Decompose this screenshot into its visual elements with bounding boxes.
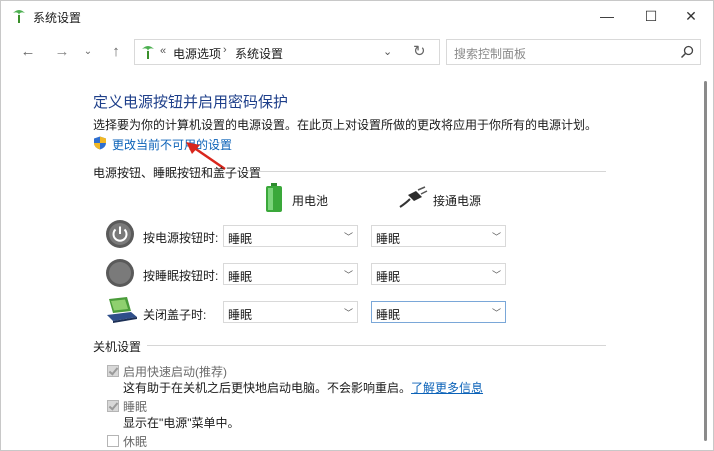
power-buttons-group-title: 电源按钮、睡眠按钮和盖子设置 xyxy=(93,166,262,180)
select-value: 睡眠 xyxy=(376,232,401,246)
minimize-button[interactable]: — xyxy=(585,1,629,31)
close-lid-label: 关闭盖子时: xyxy=(143,308,207,322)
sleep-button-battery-select[interactable]: 睡眠 ﹀ xyxy=(223,263,358,285)
breadcrumb-overflow-icon[interactable]: « xyxy=(160,45,166,57)
plug-icon xyxy=(399,186,428,208)
group-divider xyxy=(147,345,606,346)
fast-startup-description: 这有助于在关机之后更快地启动电脑。不会影响重启。了解更多信息 xyxy=(123,379,483,396)
uac-shield-icon xyxy=(94,136,106,150)
window-title: 系统设置 xyxy=(33,11,82,25)
forward-button[interactable]: → xyxy=(51,41,73,61)
close-button[interactable]: ✕ xyxy=(669,1,713,31)
power-button-icon xyxy=(106,220,134,248)
scrollbar-thumb[interactable] xyxy=(704,81,707,441)
recent-locations-button[interactable]: ⌄ xyxy=(77,41,99,61)
refresh-button[interactable]: ↻ xyxy=(413,42,433,62)
select-value: 睡眠 xyxy=(228,232,253,246)
page-description: 选择要为你的计算机设置的电源设置。在此页上对设置所做的更改将应用于你所有的电源计… xyxy=(93,118,598,132)
breadcrumb-system-settings[interactable]: 系统设置 xyxy=(235,45,283,62)
chevron-down-icon: ﹀ xyxy=(343,232,353,242)
group-divider xyxy=(258,171,606,172)
power-options-icon xyxy=(142,46,154,59)
fast-startup-label: 启用快速启动(推荐) xyxy=(123,365,227,379)
sleep-option-description: 显示在"电源"菜单中。 xyxy=(123,416,240,430)
address-bar[interactable]: « 电源选项 › 系统设置 ⌄ ↻ xyxy=(134,39,440,65)
navigation-bar: ← → ⌄ ↑ « 电源选项 › 系统设置 ⌄ ↻ 搜索控制面板 xyxy=(1,31,713,71)
select-value: 睡眠 xyxy=(376,270,401,284)
power-button-plugged-select[interactable]: 睡眠 ﹀ xyxy=(371,225,506,247)
on-battery-header: 用电池 xyxy=(292,194,329,208)
power-button-battery-select[interactable]: 睡眠 ﹀ xyxy=(223,225,358,247)
sleep-option-label: 睡眠 xyxy=(123,400,148,414)
breadcrumb-power-options[interactable]: 电源选项 xyxy=(173,45,221,62)
back-button[interactable]: ← xyxy=(17,41,39,61)
chevron-down-icon: ﹀ xyxy=(343,270,353,280)
breadcrumb-chevron-icon: › xyxy=(223,44,227,56)
laptop-lid-icon xyxy=(107,297,137,323)
hibernate-option-label: 休眠 xyxy=(123,435,148,449)
select-value: 睡眠 xyxy=(228,270,253,284)
title-bar: 系统设置 — ☐ ✕ xyxy=(1,1,713,31)
up-button[interactable]: ↑ xyxy=(105,41,127,61)
sleep-checkbox[interactable] xyxy=(107,400,119,412)
select-value: 睡眠 xyxy=(228,308,253,322)
select-value: 睡眠 xyxy=(376,308,401,322)
close-lid-battery-select[interactable]: 睡眠 ﹀ xyxy=(223,301,358,323)
search-placeholder: 搜索控制面板 xyxy=(454,47,527,61)
shutdown-settings-title: 关机设置 xyxy=(93,340,142,354)
learn-more-link[interactable]: 了解更多信息 xyxy=(411,381,483,395)
sleep-button-icon xyxy=(106,259,134,287)
power-options-icon xyxy=(13,10,25,23)
vertical-scrollbar[interactable] xyxy=(701,73,709,448)
power-button-label: 按电源按钮时: xyxy=(143,231,219,245)
address-dropdown-button[interactable]: ⌄ xyxy=(383,45,399,61)
chevron-down-icon: ﹀ xyxy=(491,270,501,280)
close-lid-plugged-select[interactable]: 睡眠 ﹀ xyxy=(371,301,506,323)
control-panel-window: 系统设置 — ☐ ✕ ← → ⌄ ↑ « 电源选项 › 系统设置 ⌄ ↻ 搜索控… xyxy=(0,0,714,451)
fast-startup-checkbox[interactable] xyxy=(107,365,119,377)
search-box[interactable]: 搜索控制面板 xyxy=(446,39,701,65)
maximize-button[interactable]: ☐ xyxy=(629,1,673,31)
chevron-down-icon: ﹀ xyxy=(491,308,501,318)
main-content: 定义电源按钮并启用密码保护 选择要为你的计算机设置的电源设置。在此页上对设置所做… xyxy=(1,73,713,450)
fast-startup-desc-text: 这有助于在关机之后更快地启动电脑。不会影响重启。 xyxy=(123,381,412,395)
battery-icon xyxy=(266,183,282,212)
search-icon[interactable] xyxy=(679,44,695,60)
plugged-in-header: 接通电源 xyxy=(433,194,482,208)
sleep-button-label: 按睡眠按钮时: xyxy=(143,269,219,283)
chevron-down-icon: ﹀ xyxy=(343,308,353,318)
chevron-down-icon: ﹀ xyxy=(491,232,501,242)
page-title: 定义电源按钮并启用密码保护 xyxy=(93,94,289,111)
hibernate-checkbox[interactable] xyxy=(107,435,119,447)
sleep-button-plugged-select[interactable]: 睡眠 ﹀ xyxy=(371,263,506,285)
